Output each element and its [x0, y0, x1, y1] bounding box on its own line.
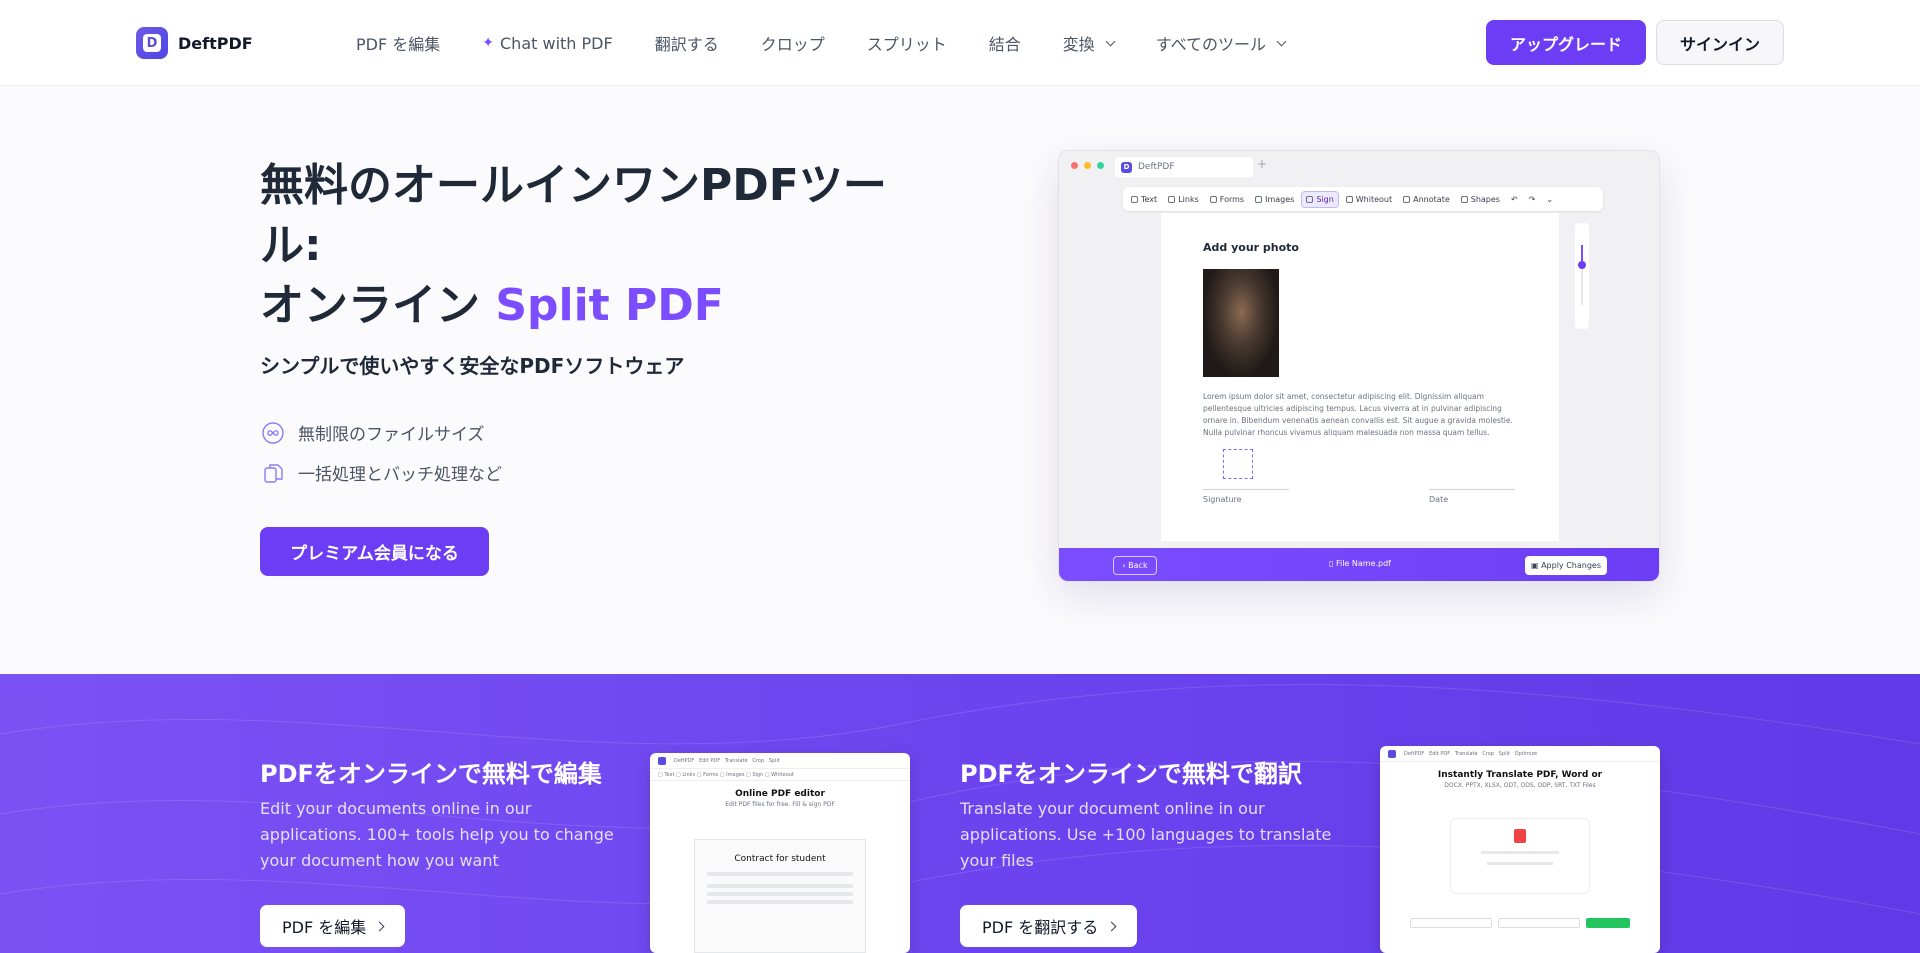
date-label: Date	[1429, 495, 1449, 504]
editor-bottom-bar: ‹ Back ▯ File Name.pdf ▣ Apply Changes	[1059, 548, 1659, 581]
hero-title: 無料のオールインワンPDFツール: オンライン Split PDF	[260, 160, 887, 331]
top-nav: D DeftPDF PDF を編集 ✦ Chat with PDF 翻訳する クロ…	[0, 0, 1920, 86]
feature-item: 一括処理とバッチ処理など	[262, 460, 502, 485]
chevron-down-icon	[1276, 36, 1287, 46]
logo[interactable]: D DeftPDF	[136, 27, 253, 59]
translate-card-title: PDFをオンラインで無料で翻訳	[960, 760, 1302, 788]
back-button: ‹ Back	[1113, 556, 1157, 575]
portrait-photo	[1203, 269, 1279, 377]
chevron-down-icon: ⌄	[1546, 194, 1554, 204]
date-line	[1429, 489, 1515, 490]
nav-item-all-tools[interactable]: すべてのツール	[1156, 31, 1287, 55]
infinity-icon	[262, 421, 284, 444]
chevron-down-icon	[1105, 36, 1116, 46]
hero-title-accent: Split PDF	[495, 280, 724, 331]
signature-line	[1203, 489, 1289, 490]
tool-shapes: Shapes	[1457, 192, 1504, 207]
window-dots	[1071, 162, 1104, 169]
undo-icon: ↶	[1510, 194, 1518, 204]
tool-forms: Forms	[1206, 192, 1248, 207]
nav-item-chat-with-pdf[interactable]: ✦ Chat with PDF	[482, 31, 612, 55]
document-page: Add your photo Lorem ipsum dolor sit ame…	[1161, 213, 1559, 541]
page-heading: Add your photo	[1203, 241, 1299, 254]
hero-subtitle: シンプルで使いやすく安全なPDFソフトウェア	[260, 354, 685, 378]
editor-toolbar: Text Links Forms Images Sign Whiteout An…	[1123, 187, 1603, 211]
sparkle-icon: ✦	[482, 35, 494, 51]
tool-whiteout: Whiteout	[1342, 192, 1396, 207]
signature-box	[1223, 449, 1253, 479]
tool-images: Images	[1251, 192, 1298, 207]
file-name: ▯ File Name.pdf	[1329, 559, 1391, 568]
apply-changes-button: ▣ Apply Changes	[1525, 556, 1607, 575]
app-preview-mockup: D DeftPDF + Text Links Forms Images Sign …	[1058, 150, 1660, 582]
nav-item-split[interactable]: スプリット	[867, 31, 947, 55]
edit-card-title: PDFをオンラインで無料で編集	[260, 760, 602, 788]
nav-item-translate[interactable]: 翻訳する	[655, 31, 719, 55]
logo-icon: D	[136, 27, 168, 59]
nav-item-crop[interactable]: クロップ	[761, 31, 825, 55]
edit-card-thumbnail: DeftPDF Edit PDF Translate Crop Split ▢ …	[650, 753, 910, 953]
plus-icon: +	[1257, 157, 1268, 171]
browser-tab: D DeftPDF	[1115, 157, 1253, 177]
signature-label: Signature	[1203, 495, 1242, 504]
upgrade-button[interactable]: アップグレード	[1486, 20, 1646, 65]
edit-pdf-button[interactable]: PDF を編集	[260, 905, 406, 947]
tool-text: Text	[1127, 192, 1161, 207]
chevron-right-icon	[374, 921, 385, 931]
feature-item: 無制限のファイルサイズ	[262, 420, 485, 445]
main-menu: PDF を編集 ✦ Chat with PDF 翻訳する クロップ スプリット 結…	[356, 31, 1287, 55]
translate-card-description: Translate your document online in our ap…	[960, 799, 1332, 870]
tool-links: Links	[1164, 192, 1203, 207]
edit-card-description: Edit your documents online in our applic…	[260, 799, 614, 870]
page-body-text: Lorem ipsum dolor sit amet, consectetur …	[1203, 392, 1513, 437]
translate-pdf-button[interactable]: PDF を翻訳する	[960, 905, 1138, 947]
zoom-slider	[1575, 223, 1589, 329]
premium-button[interactable]: プレミアム会員になる	[260, 527, 489, 576]
tool-annotate: Annotate	[1399, 192, 1454, 207]
logo-text: DeftPDF	[178, 33, 253, 53]
translate-card-thumbnail: DeftPDF Edit PDF Translate Crop Split Op…	[1380, 746, 1660, 953]
chevron-right-icon	[1106, 921, 1117, 931]
nav-item-edit-pdf[interactable]: PDF を編集	[356, 31, 440, 55]
tool-sign: Sign	[1301, 190, 1339, 208]
nav-item-convert[interactable]: 変換	[1063, 31, 1116, 55]
files-icon	[262, 462, 284, 484]
signin-button[interactable]: サインイン	[1656, 20, 1784, 65]
nav-item-merge[interactable]: 結合	[989, 31, 1021, 55]
redo-icon: ↷	[1528, 194, 1536, 204]
